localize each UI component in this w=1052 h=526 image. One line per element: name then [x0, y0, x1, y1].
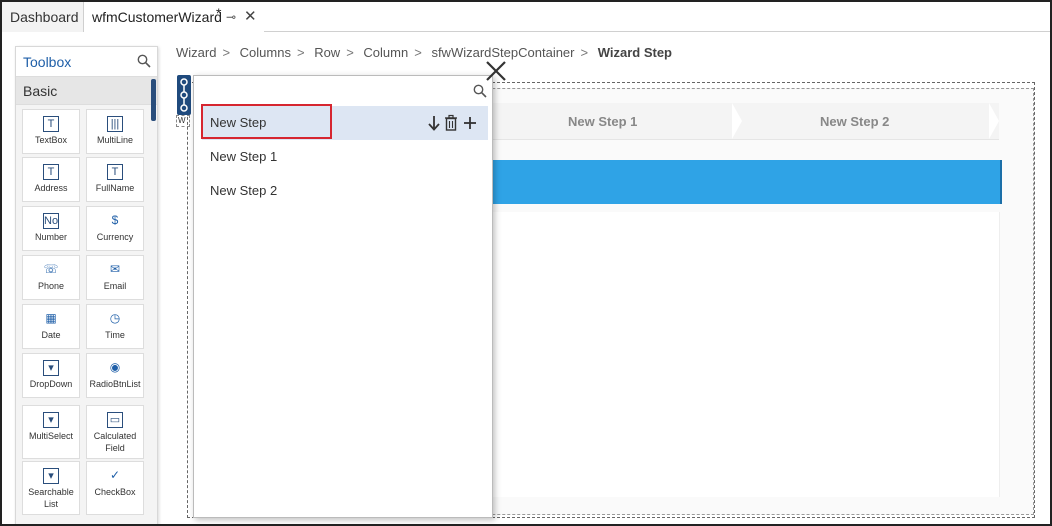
dropdown-icon: ▾ [43, 360, 59, 376]
search-icon[interactable] [473, 84, 487, 98]
clock-icon: ◷ [109, 311, 121, 325]
toolbox-item-multiline[interactable]: ||| MultiLine [86, 109, 144, 154]
close-popup-icon[interactable] [484, 59, 508, 83]
close-tab-icon[interactable]: ✕ [244, 2, 257, 32]
toolbox-item-number[interactable]: No Number [22, 206, 80, 251]
multiselect-icon: ▾ [43, 412, 59, 428]
breadcrumb-current: Wizard Step [597, 45, 672, 60]
toolbox-item-label: Number [34, 232, 67, 242]
tab-dashboard[interactable]: Dashboard [2, 2, 84, 32]
toolbox-item-label: DropDown [29, 379, 73, 389]
toolbox-scrollbar[interactable] [151, 79, 156, 121]
toolbox-item-phone[interactable]: ☏ Phone [22, 255, 80, 300]
toolbox-item-label: TextBox [34, 135, 67, 145]
multiline-icon: ||| [107, 116, 123, 132]
modified-marker: * [216, 5, 222, 21]
tab-bar: Dashboard wfmCustomerWizard * ⊸ ✕ [2, 2, 1050, 32]
checkbox-icon: ✓ [109, 468, 121, 482]
toolbox-item-label: Currency [96, 232, 134, 242]
calculated-field-icon: ▭ [107, 412, 123, 428]
toolbox-item-address[interactable]: T Address [22, 157, 80, 202]
add-icon[interactable] [462, 114, 478, 132]
calendar-icon: ▦ [45, 311, 57, 325]
selection-highlight [201, 104, 332, 139]
step-row-actions [427, 114, 478, 134]
toolbox-panel: Toolbox Basic T TextBox ||| MultiLine T Addre… [15, 46, 158, 524]
steps-icon [180, 78, 188, 112]
toolbox-item-searchable-list[interactable]: ▾ Searchable List [22, 461, 80, 515]
phone-icon: ☏ [43, 262, 59, 276]
toolbox-item-label: Phone [37, 281, 65, 291]
toolbox-item-label: MultiSelect [28, 431, 73, 441]
breadcrumb-item-wizard[interactable]: Wizard [176, 45, 216, 60]
toolbox-item-currency[interactable]: $ Currency [86, 206, 144, 251]
toolbox-item-multiselect[interactable]: ▾ MultiSelect [22, 405, 80, 459]
step-content-area[interactable] [492, 212, 1000, 497]
toolbox-item-label: RadioBtnList [89, 379, 141, 389]
toolbox-item-label: Time [105, 330, 125, 340]
step-list-item[interactable]: New Step 1 [202, 140, 488, 174]
toolbox-item-label: Email [103, 281, 127, 291]
toolbox-section-basic[interactable]: Basic [16, 77, 157, 105]
wizard-step-tab-2[interactable]: New Step 2 [820, 114, 889, 129]
selected-step-bar[interactable] [492, 160, 1002, 204]
number-icon: No [43, 213, 59, 229]
delete-icon[interactable] [444, 114, 458, 132]
toolbox-item-checkbox[interactable]: ✓ CheckBox [86, 461, 144, 515]
address-icon: T [43, 164, 59, 180]
step-list-item[interactable]: New Step 2 [202, 174, 488, 208]
toolbox-item-fullname[interactable]: T FullName [86, 157, 144, 202]
app-window: Dashboard wfmCustomerWizard * ⊸ ✕ Toolbo… [0, 0, 1052, 526]
toolbox-item-label: MultiLine [96, 135, 134, 145]
toolbox-item-label: CheckBox [94, 487, 136, 497]
toolbox-item-email[interactable]: ✉ Email [86, 255, 144, 300]
currency-icon: $ [111, 213, 119, 227]
toolbox-item-label: Address [34, 183, 68, 193]
breadcrumb: Wizard > Columns > Row > Column > sfwWizardS… [176, 45, 672, 60]
tab-wfm-customer-wizard[interactable]: wfmCustomerWizard * ⊸ ✕ [84, 2, 264, 32]
search-icon[interactable] [137, 54, 151, 68]
breadcrumb-item-column[interactable]: Column [363, 45, 408, 60]
textbox-icon: T [43, 116, 59, 132]
toolbox-item-calculated-field[interactable]: ▭ Calculated Field [86, 405, 144, 459]
toolbox-title: Toolbox [23, 54, 72, 70]
breadcrumb-item-columns[interactable]: Columns [240, 45, 291, 60]
breadcrumb-item-row[interactable]: Row [314, 45, 340, 60]
move-down-icon[interactable] [427, 114, 441, 132]
toolbox-item-label: Date [41, 330, 61, 340]
toolbox-header: Toolbox [16, 47, 157, 77]
pin-icon[interactable]: ⊸ [226, 2, 236, 32]
toolbox-item-date[interactable]: ▦ Date [22, 304, 80, 349]
radio-icon: ◉ [109, 360, 121, 374]
step-list-item-label: New Step 1 [210, 149, 278, 164]
wizard-marker: W [176, 115, 190, 127]
wizard-step-handle[interactable] [177, 75, 191, 115]
toolbox-item-radiobtnlist[interactable]: ◉ RadioBtnList [86, 353, 144, 398]
breadcrumb-item-step-container[interactable]: sfwWizardStepContainer [431, 45, 574, 60]
toolbox-item-textbox[interactable]: T TextBox [22, 109, 80, 154]
step-list-item-label: New Step 2 [210, 183, 278, 198]
step-chevron [732, 103, 742, 139]
fullname-icon: T [107, 164, 123, 180]
step-list-popup: New Step New Step 1 New Step 2 [193, 75, 493, 518]
wizard-step-tab-1[interactable]: New Step 1 [568, 114, 637, 129]
wizard-step-bar: New Step 1 New Step 2 [492, 103, 999, 140]
tab-label: wfmCustomerWizard [92, 9, 222, 25]
toolbox-item-dropdown[interactable]: ▾ DropDown [22, 353, 80, 398]
toolbox-item-label: Searchable List [28, 487, 74, 509]
toolbox-item-label: FullName [95, 183, 135, 193]
step-chevron [989, 103, 999, 139]
toolbox-item-time[interactable]: ◷ Time [86, 304, 144, 349]
searchable-list-icon: ▾ [43, 468, 59, 484]
email-icon: ✉ [109, 262, 121, 276]
toolbox-item-label: Calculated Field [93, 431, 137, 453]
